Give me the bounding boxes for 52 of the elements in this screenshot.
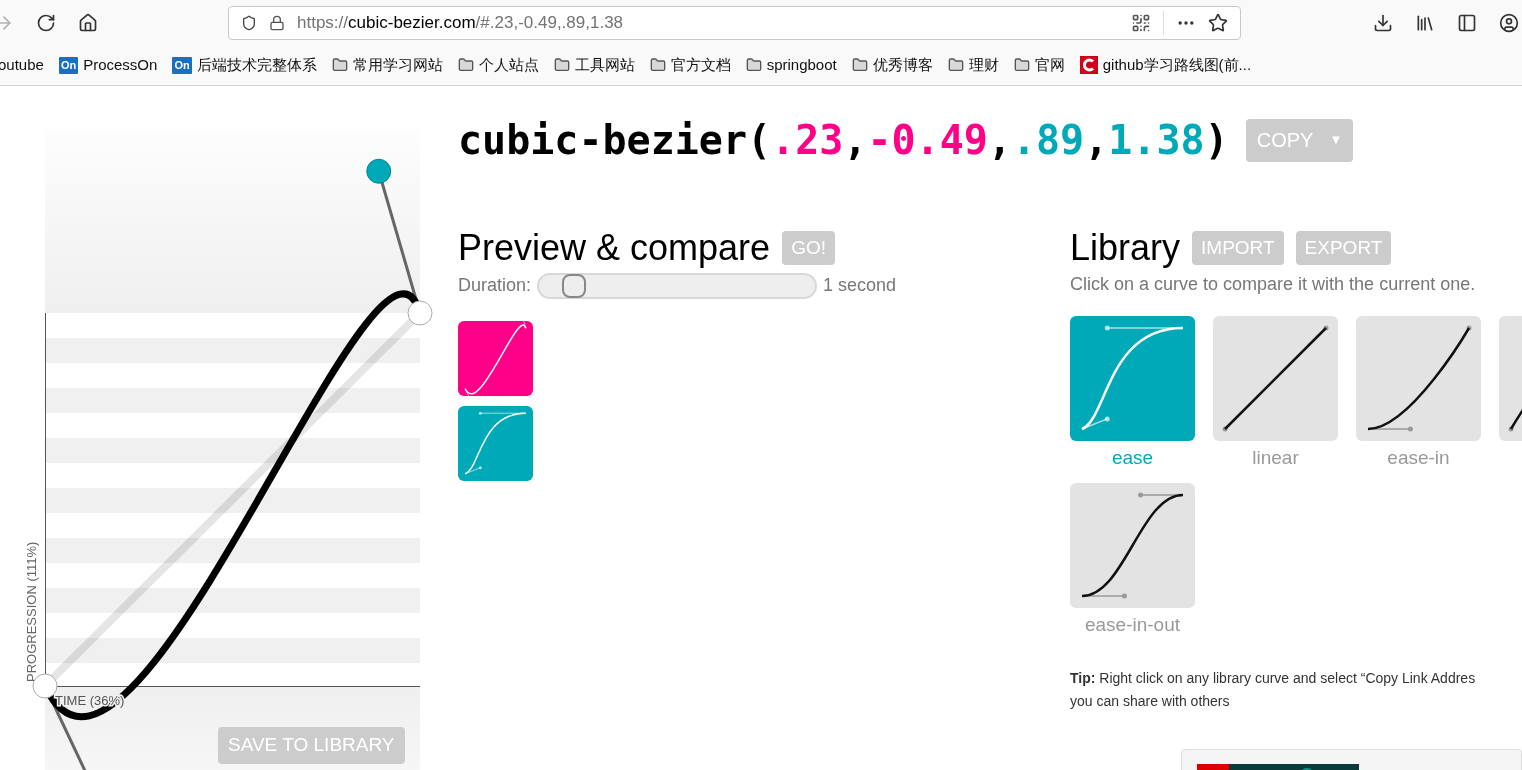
- duration-slider[interactable]: [537, 272, 818, 299]
- url-text[interactable]: https://cubic-bezier.com/#.23,-0.49,.89,1.38: [297, 9, 624, 36]
- folder-icon: [1013, 57, 1030, 73]
- bookmark-item[interactable]: 常用学习网站: [352, 53, 443, 77]
- bookmark-item[interactable]: ProcessOn: [83, 53, 158, 77]
- curve-name: ease-in-out: [1084, 612, 1181, 637]
- curve-name: ease-in: [1387, 446, 1450, 470]
- folder-icon: [457, 57, 474, 73]
- bookmark-item[interactable]: 优秀博客: [872, 53, 933, 77]
- bookmark-item[interactable]: 官方文档: [670, 53, 731, 77]
- folder-icon: [331, 57, 348, 73]
- home-icon[interactable]: [78, 12, 98, 33]
- star-icon[interactable]: [1208, 12, 1228, 33]
- tip-text: Tip: Right click on any library curve and select “Copy Link Addres you can share with others: [1070, 669, 1477, 711]
- bookmark-logo: On: [58, 56, 79, 74]
- reload-icon[interactable]: [36, 12, 56, 33]
- folder-icon: [745, 57, 762, 73]
- bookmark-item[interactable]: 后端技术完整体系: [196, 53, 317, 77]
- qr-code-icon[interactable]: [1131, 12, 1151, 33]
- bookmark-item[interactable]: springboot: [766, 53, 837, 77]
- account-icon[interactable]: [1499, 12, 1519, 33]
- folder-icon: [947, 57, 964, 73]
- library-hint: Click on a curve to compare it with the current one.: [1070, 273, 1477, 296]
- bookmark-item[interactable]: 理财: [968, 53, 999, 77]
- bookmark-item[interactable]: github学习路线图(前...: [1102, 53, 1252, 77]
- curve-name: ease: [1111, 446, 1154, 470]
- folder-icon: [851, 57, 868, 73]
- bookmark-logo: On: [172, 56, 192, 74]
- lock-icon: [269, 14, 285, 31]
- folder-icon: [649, 57, 666, 73]
- progression-label: PROGRESSION (111%): [24, 541, 39, 682]
- library-curve[interactable]: [1356, 316, 1481, 441]
- cubic-bezier-title: cubic-bezier(.23,-0.49,.89,1.38): [458, 118, 1229, 162]
- control-point-handle[interactable]: [366, 158, 392, 184]
- folder-icon: [553, 57, 570, 73]
- sidebar-icon[interactable]: [1457, 12, 1477, 33]
- duration-value: 1 second: [823, 274, 897, 297]
- library-heading: Library: [1070, 228, 1181, 268]
- slider-thumb[interactable]: [561, 273, 586, 298]
- shield-icon[interactable]: [241, 14, 257, 31]
- bookmark-item[interactable]: 工具网站: [574, 53, 635, 77]
- bookmark-logo: [1079, 56, 1098, 74]
- library-curve[interactable]: [1070, 482, 1195, 608]
- duration-label: Duration:: [458, 274, 532, 297]
- preview-heading: Preview & compare: [458, 228, 771, 268]
- address-bar[interactable]: https://cubic-bezier.com/#.23,-0.49,.89,1.38: [228, 5, 1241, 40]
- bookmark-item[interactable]: 官网: [1034, 53, 1065, 77]
- end-point: [407, 300, 433, 326]
- download-icon[interactable]: [1373, 12, 1393, 33]
- current-curve-preview[interactable]: [458, 321, 533, 396]
- curve-name: linear: [1252, 446, 1299, 470]
- bookmark-item[interactable]: 个人站点: [478, 53, 539, 77]
